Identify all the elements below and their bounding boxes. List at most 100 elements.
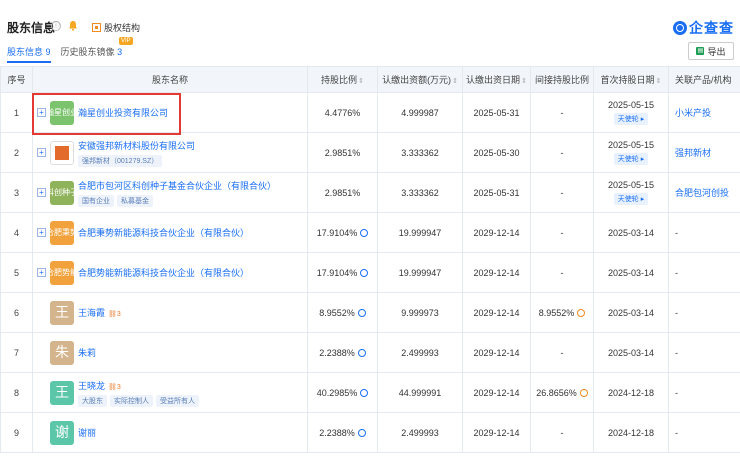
logo-icon <box>673 21 687 35</box>
first-date-cell: 2025-05-15 天使轮 ▸ <box>593 132 669 173</box>
table-row: 4 + 合肥秉势 合肥秉势新能源科技合伙企业（有限合伙） 17.9104% 19… <box>0 212 740 253</box>
export-label: 导出 <box>707 46 726 57</box>
indirect-cell: - <box>530 332 594 373</box>
chart-icon[interactable] <box>357 309 366 318</box>
expand-icon[interactable]: + <box>37 188 46 197</box>
avatar: 朱 <box>50 340 74 365</box>
round-tag[interactable]: 天使轮 ▸ <box>613 153 649 165</box>
expand-icon[interactable]: + <box>37 228 46 237</box>
ratio-cell: 2.2388% <box>307 412 378 453</box>
holder-cell: 王 王海霞 ⛓3 <box>32 292 308 333</box>
col-idx: 序号 <box>0 66 33 93</box>
holder-cell: + 安徽强邦新材料股份有限公司 强邦新材（001279.SZ） <box>32 132 308 173</box>
page-title: 股东信息 <box>7 21 56 35</box>
date-cell: 2025-05-31 <box>462 92 531 133</box>
info-icon[interactable]: ⓘ <box>51 21 61 31</box>
export-button[interactable]: ▤ 导出 <box>688 42 734 60</box>
chart-icon[interactable] <box>360 389 369 398</box>
holder-name-link[interactable]: 安徽强邦新材料股份有限公司 <box>78 141 195 151</box>
date-cell: 2029-12-14 <box>462 292 531 333</box>
holder-tag[interactable]: 强邦新材（001279.SZ） <box>78 154 163 167</box>
date-cell: 2029-12-14 <box>462 212 531 253</box>
ratio-cell: 17.9104% <box>307 252 378 293</box>
avatar: 王 <box>50 300 74 325</box>
indirect-cell: 8.9552% <box>530 292 594 333</box>
table-row: 9 谢 谢丽 2.2388% 2.499993 2029-12-14 - 202… <box>0 412 740 453</box>
sort-icon: ⇕ <box>655 78 662 85</box>
chart-icon[interactable] <box>360 269 369 278</box>
header: 股东信息 ⓘ 股权结构 股东信息 9 历史股东镜像 3 VIP 企查查 ▤ 导出 <box>0 0 740 66</box>
chart-icon[interactable] <box>360 229 369 238</box>
indirect-cell: - <box>530 172 594 213</box>
avatar: 王 <box>50 380 74 405</box>
amount-cell: 3.333362 <box>377 132 463 173</box>
col-ratio[interactable]: 持股比例⇕ <box>307 66 378 93</box>
avatar: 瀚星创业 <box>46 100 78 125</box>
tab-history-shareholders[interactable]: 历史股东镜像 3 <box>61 45 123 63</box>
equity-structure-link[interactable]: 股权结构 <box>92 21 140 34</box>
first-date-cell: 2025-03-14 <box>593 212 669 253</box>
holder-name-link[interactable]: 瀚星创业投资有限公司 <box>78 108 168 118</box>
holder-cell: + 合肥势能 合肥势能新能源科技合伙企业（有限合伙） <box>32 252 308 293</box>
expand-icon[interactable]: + <box>37 148 46 157</box>
amount-cell: 2.499993 <box>377 412 463 453</box>
sort-icon: ⇕ <box>358 78 364 85</box>
holder-name-link[interactable]: 朱莉 <box>78 348 96 358</box>
product-link: - <box>668 412 740 453</box>
tab-shareholders-label: 股东信息 <box>7 47 44 57</box>
table-row: 7 朱 朱莉 2.2388% 2.499993 2029-12-14 - 202… <box>0 332 740 373</box>
chart-icon[interactable] <box>357 429 366 438</box>
first-date-cell: 2024-12-18 <box>593 412 669 453</box>
holder-cell: 谢 谢丽 <box>32 412 308 453</box>
holder-name-link[interactable]: 王晓龙 <box>78 381 105 391</box>
ratio-cell: 2.9851% <box>307 132 378 173</box>
round-tag[interactable]: 天使轮 ▸ <box>613 113 649 125</box>
expand-icon[interactable]: + <box>37 108 46 117</box>
ratio-cell: 4.4776% <box>307 92 378 133</box>
product-link[interactable]: 强邦新材 <box>668 132 740 173</box>
holder-name-link[interactable]: 合肥势能新能源科技合伙企业（有限合伙） <box>78 268 249 278</box>
indirect-cell: 26.8656% <box>530 372 594 413</box>
amount-cell: 3.333362 <box>377 172 463 213</box>
holder-tag[interactable]: 国有企业 <box>78 194 114 207</box>
row-index: 5 <box>0 252 33 293</box>
indirect-cell: - <box>530 132 594 173</box>
path-icon[interactable] <box>577 309 586 318</box>
product-link: - <box>668 212 740 253</box>
holder-name-link[interactable]: 王海霞 <box>78 308 105 318</box>
holder-tag[interactable]: 私募基金 <box>117 194 153 207</box>
date-cell: 2029-12-14 <box>462 332 531 373</box>
holder-tag[interactable]: 大股东 <box>78 394 107 407</box>
date-cell: 2029-12-14 <box>462 372 531 413</box>
expand-icon[interactable]: + <box>37 268 46 277</box>
indirect-cell: - <box>530 212 594 253</box>
product-link[interactable]: 小米产投 <box>668 92 740 133</box>
date-cell: 2029-12-14 <box>462 412 531 453</box>
holder-name-link[interactable]: 合肥秉势新能源科技合伙企业（有限合伙） <box>78 228 249 238</box>
path-icon[interactable] <box>579 389 588 398</box>
table-row: 5 + 合肥势能 合肥势能新能源科技合伙企业（有限合伙） 17.9104% 19… <box>0 252 740 293</box>
first-date-cell: 2025-03-14 <box>593 332 669 373</box>
holder-tag[interactable]: 受益所有人 <box>156 394 199 407</box>
holder-cell: + 瀚星创业 瀚星创业投资有限公司 <box>32 92 308 133</box>
amount-cell: 4.999987 <box>377 92 463 133</box>
row-index: 7 <box>0 332 33 373</box>
first-date-cell: 2025-03-14 <box>593 292 669 333</box>
col-first-date[interactable]: 首次持股日期⇕ <box>593 66 669 93</box>
holder-name-link[interactable]: 合肥市包河区科创种子基金合伙企业（有限合伙） <box>78 181 276 191</box>
col-name: 股东名称 <box>32 66 308 93</box>
relation-badge[interactable]: ⛓3 <box>108 384 121 391</box>
row-index: 9 <box>0 412 33 453</box>
product-link[interactable]: 合肥包河创投 <box>668 172 740 213</box>
relation-badge[interactable]: ⛓3 <box>108 311 121 318</box>
bell-icon[interactable] <box>68 20 78 31</box>
round-tag[interactable]: 天使轮 ▸ <box>613 193 649 205</box>
qcc-logo: 企查查 <box>673 18 734 38</box>
indirect-cell: - <box>530 412 594 453</box>
holder-tag[interactable]: 实际控制人 <box>110 394 153 407</box>
col-amount[interactable]: 认缴出资额(万元)⇕ <box>377 66 463 93</box>
chart-icon[interactable] <box>357 349 366 358</box>
tab-shareholders[interactable]: 股东信息 9 <box>7 45 51 63</box>
holder-name-link[interactable]: 谢丽 <box>78 428 96 438</box>
col-date[interactable]: 认缴出资日期⇕ <box>462 66 531 93</box>
